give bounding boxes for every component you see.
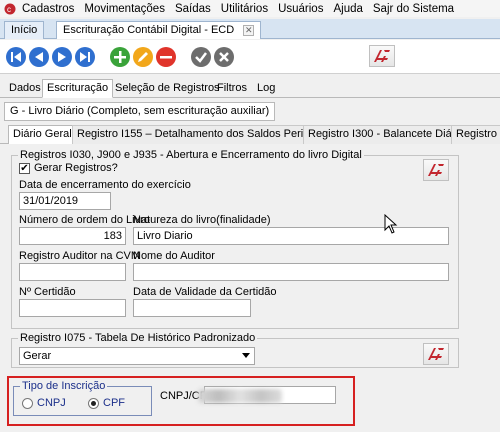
previous-icon: [29, 47, 49, 67]
auditor-cvm-input[interactable]: [19, 263, 126, 281]
menu-sair[interactable]: Sajr do Sistema: [373, 3, 454, 15]
last-record-button[interactable]: [75, 47, 95, 67]
redacted-value: [198, 389, 282, 403]
nome-auditor-label: Nome do Auditor: [133, 250, 215, 262]
company-logo-icon: [428, 164, 444, 176]
tab-inicio-label: Início: [11, 24, 38, 36]
certidao-label: Nº Certidão: [19, 286, 76, 298]
main-tabs: Dados Escrituração Seleção de Registros …: [0, 78, 500, 98]
cancel-icon: [214, 47, 234, 67]
natureza-label: Natureza do livro(finalidade): [133, 214, 271, 226]
group-tipo-inscricao: Tipo de Inscrição: [13, 380, 152, 416]
tab-log[interactable]: Log: [252, 79, 280, 98]
menu-cadastros[interactable]: Cadastros: [22, 3, 74, 15]
tab-i155-label: Registro I155 – Detalhamento dos Saldos …: [77, 128, 336, 140]
tab-inicio[interactable]: Início: [4, 21, 45, 39]
app-icon: c: [4, 3, 16, 14]
data-encerramento-label: Data de encerramento do exercício: [19, 179, 191, 191]
tab-escrituracao-label: Escrituração: [47, 82, 109, 94]
menu-bar: c Cadastros Movimentações Saídas Utilitá…: [0, 0, 500, 17]
tab-diario-geral[interactable]: Diário Geral: [8, 125, 77, 144]
numero-ordem-label: Número de ordem do Livro: [19, 214, 150, 226]
document-tabs: Início Escrituração Contábil Digital - E…: [0, 19, 500, 39]
radio-cnpj[interactable]: [22, 398, 33, 409]
tab-registro-i155[interactable]: Registro I155 – Detalhamento dos Saldos …: [72, 125, 341, 144]
radio-cpf-label: CPF: [103, 397, 125, 409]
check-icon: [191, 47, 211, 67]
menu-utilitarios[interactable]: Utilitários: [221, 3, 268, 15]
tab-filtros[interactable]: Filtros: [212, 79, 252, 98]
mouse-cursor-icon: [384, 214, 398, 234]
inner-tabs: Diário Geral Registro I155 – Detalhament…: [0, 124, 500, 144]
gerar-registros-label: Gerar Registros?: [34, 162, 118, 174]
historico-select[interactable]: Gerar: [19, 347, 255, 365]
tab-diario-geral-label: Diário Geral: [13, 128, 72, 140]
menu-usuarios[interactable]: Usuários: [278, 3, 323, 15]
tab-livro-diario[interactable]: G - Livro Diário (Completo, sem escritur…: [4, 102, 276, 121]
tab-i300-label: Registro I300 - Balancete Diário: [308, 128, 464, 140]
tab-log-label: Log: [257, 82, 276, 94]
radio-cnpj-label: CNPJ: [37, 397, 66, 409]
menu-saidas[interactable]: Saídas: [175, 3, 211, 15]
edit-button[interactable]: [133, 47, 153, 67]
delete-button[interactable]: [156, 47, 176, 67]
tab-registro-i300[interactable]: Registro I300 - Balancete Diário: [303, 125, 469, 144]
group-historico-title: Registro I075 - Tabela De Histórico Padr…: [18, 332, 258, 344]
validade-certidao-input[interactable]: [133, 299, 251, 317]
radio-cpf[interactable]: [88, 398, 99, 409]
minus-icon: [156, 47, 176, 67]
company-logo-icon: [428, 348, 444, 360]
cancel-button[interactable]: [214, 47, 234, 67]
skip-last-icon: [75, 47, 95, 67]
tab-ecd-label: Escrituração Contábil Digital - ECD: [63, 24, 235, 36]
group1-logo-button[interactable]: [423, 159, 449, 181]
pencil-icon: [133, 47, 153, 67]
next-icon: [52, 47, 72, 67]
skip-first-icon: [6, 47, 26, 67]
nome-auditor-input[interactable]: [133, 263, 449, 281]
validade-certidao-label: Data de Validade da Certidão: [133, 286, 277, 298]
menu-movimentacoes[interactable]: Movimentações: [84, 3, 165, 15]
tab-j-label: Registro J: [456, 128, 500, 140]
company-logo-icon: [374, 50, 390, 62]
tab-livro-diario-label: G - Livro Diário (Completo, sem escritur…: [10, 105, 270, 117]
close-icon[interactable]: ✕: [243, 24, 255, 36]
tab-filtros-label: Filtros: [217, 82, 247, 94]
tab-ecd[interactable]: Escrituração Contábil Digital - ECD ✕: [56, 21, 262, 39]
tab-dados-label: Dados: [9, 82, 41, 94]
certidao-input[interactable]: [19, 299, 126, 317]
auditor-cvm-label: Registro Auditor na CVM: [19, 250, 141, 262]
first-record-button[interactable]: [6, 47, 26, 67]
menu-ajuda[interactable]: Ajuda: [333, 3, 362, 15]
gerar-registros-checkbox[interactable]: ✔: [19, 163, 30, 174]
tab-selecao-label: Seleção de Registros: [115, 82, 220, 94]
logo-button[interactable]: [369, 45, 395, 67]
historico-select-value: Gerar: [23, 350, 52, 362]
svg-text:c: c: [7, 5, 11, 14]
previous-record-button[interactable]: [29, 47, 49, 67]
confirm-button[interactable]: [191, 47, 211, 67]
next-record-button[interactable]: [52, 47, 72, 67]
natureza-input[interactable]: Livro Diario: [133, 227, 449, 245]
tab-registro-j[interactable]: Registro J: [451, 125, 500, 144]
tab-dados[interactable]: Dados: [4, 79, 46, 98]
tab-selecao-registros[interactable]: Seleção de Registros: [110, 79, 225, 98]
group2-logo-button[interactable]: [423, 343, 449, 365]
numero-ordem-input[interactable]: 183: [19, 227, 126, 245]
chevron-down-icon: [242, 353, 250, 358]
group-abertura-title: Registros I030, J900 e J935 - Abertura e…: [18, 149, 364, 161]
add-button[interactable]: [110, 47, 130, 67]
data-encerramento-input[interactable]: 31/01/2019: [19, 192, 111, 210]
tab-escrituracao[interactable]: Escrituração: [42, 79, 114, 98]
plus-icon: [110, 47, 130, 67]
tipo-inscricao-title: Tipo de Inscrição: [20, 380, 108, 392]
toolbar: [0, 40, 500, 74]
